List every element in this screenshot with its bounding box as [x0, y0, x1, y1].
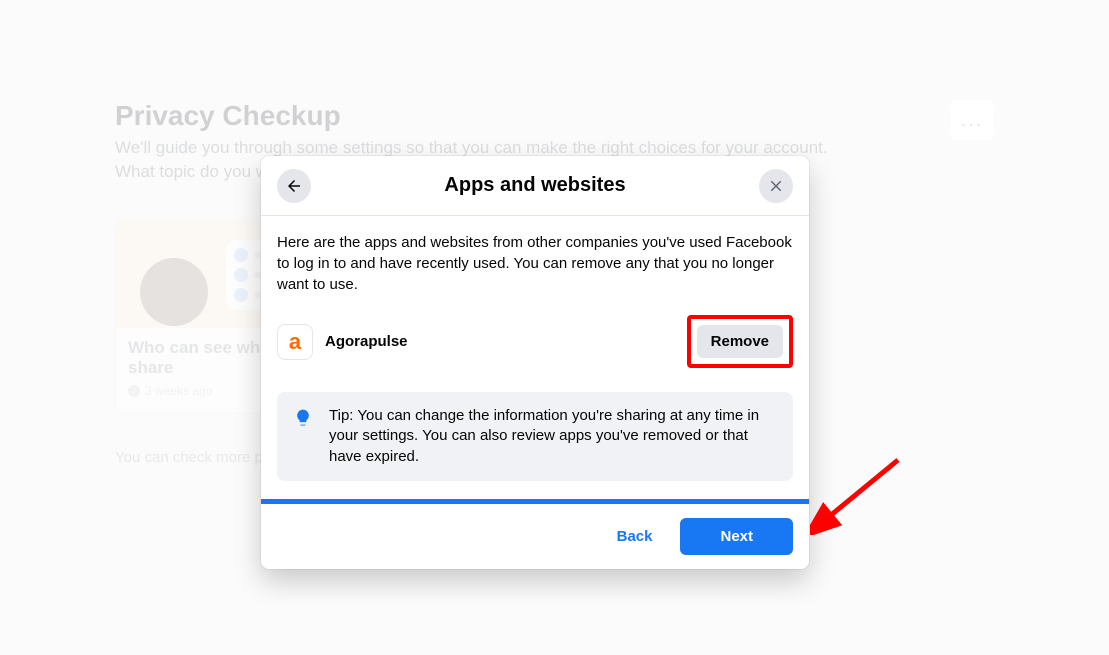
tip-box: Tip: You can change the information you'…: [277, 392, 793, 481]
modal-close-button[interactable]: [759, 169, 793, 203]
modal-footer: Back Next: [261, 504, 809, 569]
lightbulb-icon: [293, 408, 313, 467]
modal-header: Apps and websites: [261, 156, 809, 216]
back-button[interactable]: Back: [609, 520, 661, 553]
modal-back-button[interactable]: [277, 169, 311, 203]
remove-app-button[interactable]: Remove: [697, 325, 783, 358]
next-button[interactable]: Next: [680, 518, 793, 555]
app-icon: a: [277, 324, 313, 360]
close-icon: [767, 177, 785, 195]
arrow-left-icon: [285, 177, 303, 195]
app-row: a Agorapulse Remove: [277, 315, 793, 368]
app-name: Agorapulse: [325, 333, 687, 350]
modal-body: Here are the apps and websites from othe…: [261, 216, 809, 499]
modal-title: Apps and websites: [444, 174, 625, 197]
remove-highlight-annotation: Remove: [687, 315, 793, 368]
tip-text: Tip: You can change the information you'…: [329, 406, 777, 467]
apps-websites-modal: Apps and websites Here are the apps and …: [261, 156, 809, 569]
modal-description: Here are the apps and websites from othe…: [277, 232, 793, 295]
